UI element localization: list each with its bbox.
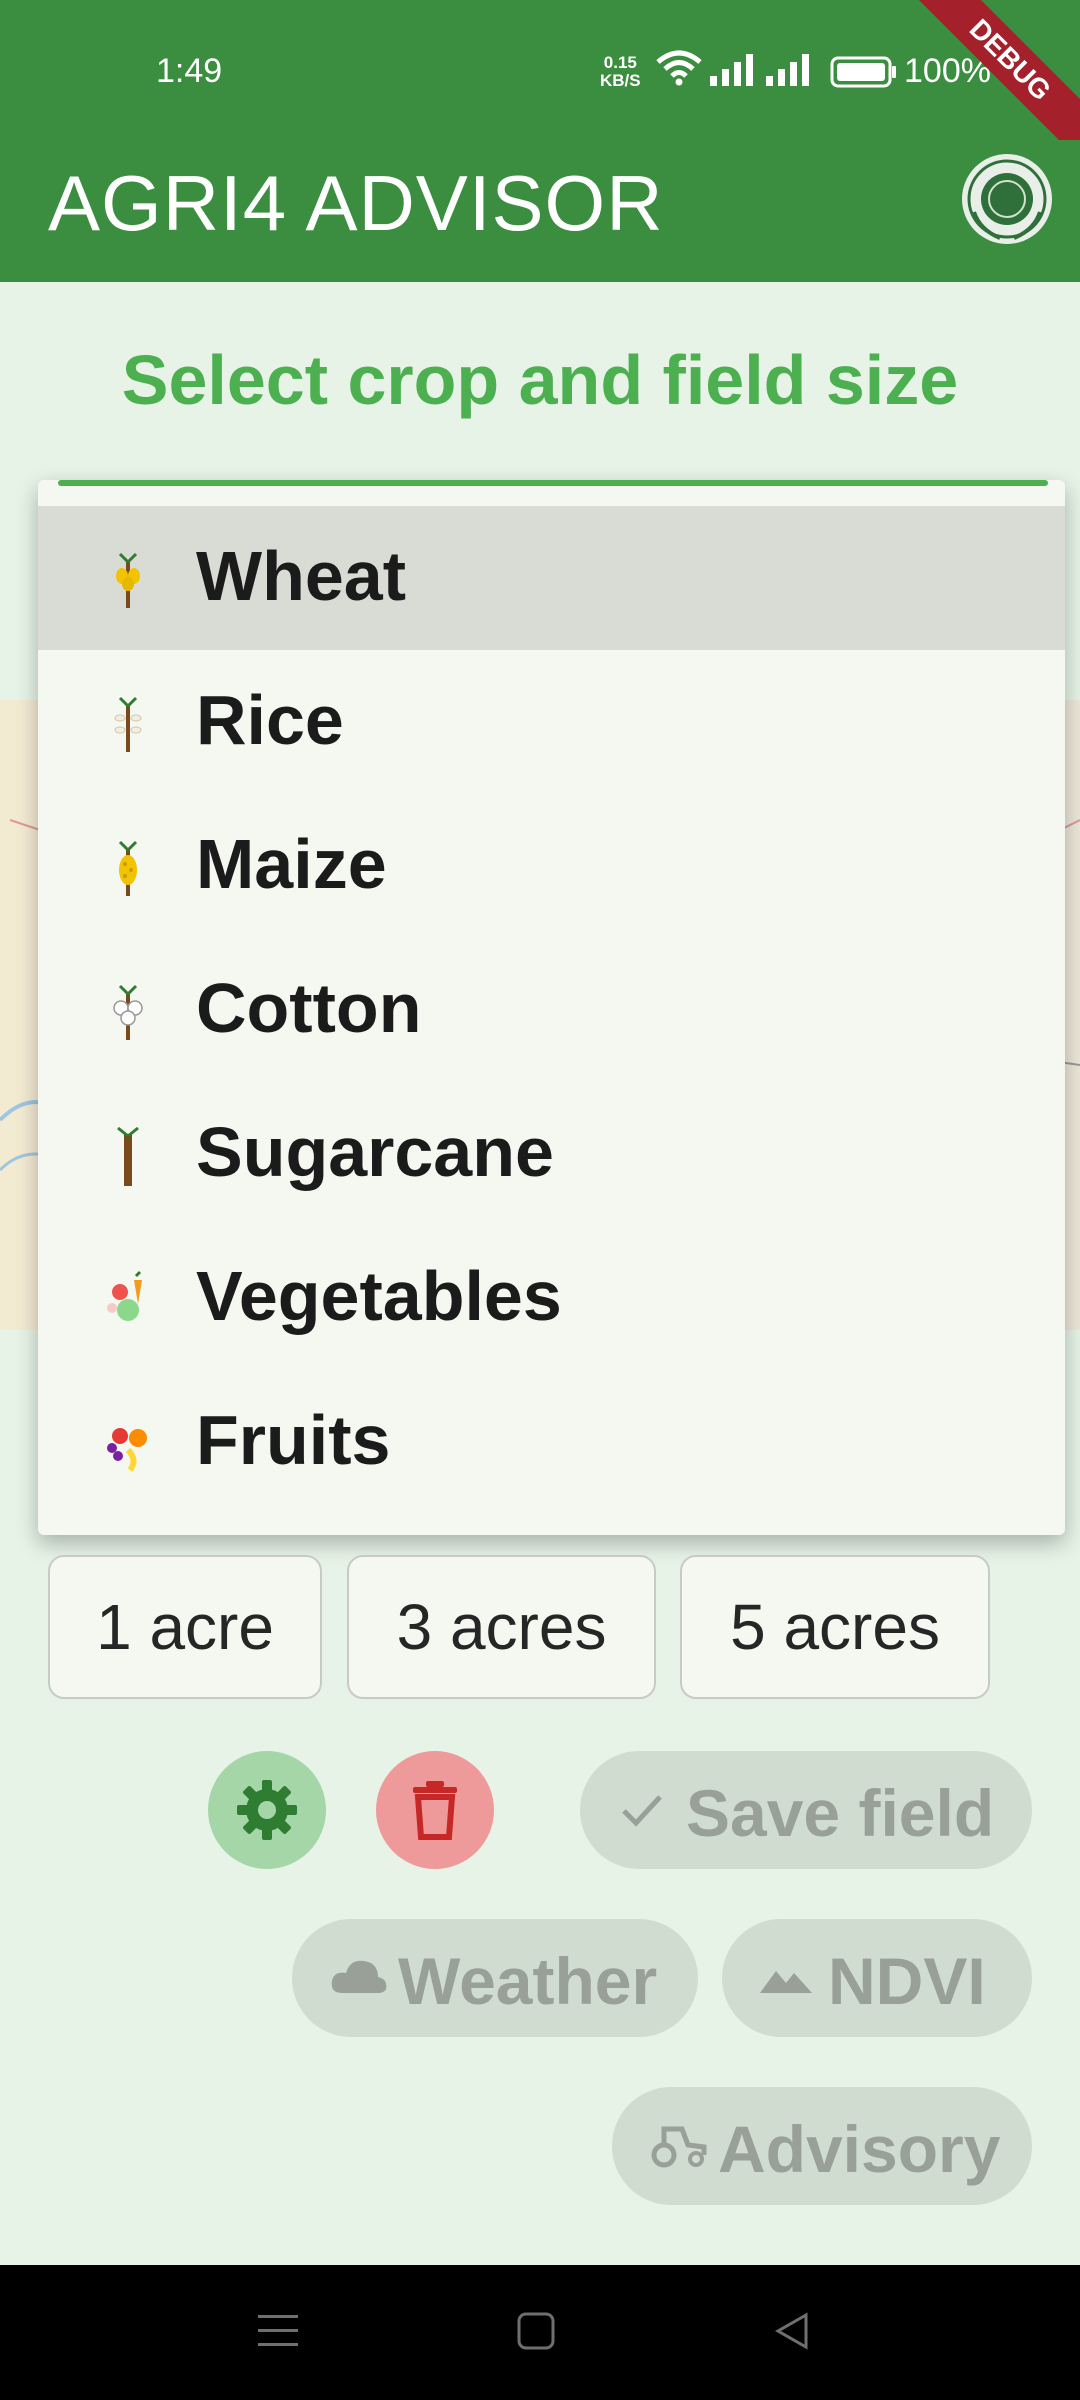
maize-icon	[118, 840, 138, 896]
network-speed-unit: KB/S	[600, 71, 641, 90]
cotton-icon	[113, 984, 143, 1040]
sugarcane-icon	[117, 1126, 139, 1186]
crop-option-label: Maize	[196, 825, 387, 903]
crop-option-label: Sugarcane	[196, 1113, 554, 1191]
crop-option-cotton[interactable]: Cotton	[38, 938, 1065, 1082]
system-nav-bar	[0, 2265, 1080, 2400]
home-icon[interactable]	[516, 2311, 556, 2351]
field-size-3-acres-button[interactable]: 3 acres	[347, 1555, 656, 1699]
crop-option-sugarcane[interactable]: Sugarcane	[38, 1082, 1065, 1226]
signal-icon	[710, 54, 753, 86]
crop-option-label: Cotton	[196, 969, 422, 1047]
field-size-5-acres-button[interactable]: 5 acres	[680, 1555, 990, 1699]
back-icon[interactable]	[772, 2311, 812, 2351]
status-bar: 1:49 0.15 KB/S 100% DEBUG	[0, 0, 1080, 175]
crop-option-label: Rice	[196, 681, 344, 759]
advisory-button[interactable]: Advisory	[612, 2087, 1032, 2205]
delete-button[interactable]	[376, 1751, 494, 1869]
crop-option-label: Wheat	[196, 537, 406, 615]
crop-option-wheat[interactable]: Wheat	[38, 506, 1065, 650]
logo-icon	[962, 154, 1052, 244]
weather-label: Weather	[398, 1944, 658, 2018]
ndvi-label: NDVI	[828, 1944, 986, 2018]
network-speed: 0.15 KB/S	[600, 54, 641, 90]
rice-icon	[114, 696, 142, 752]
tractor-icon	[651, 2126, 707, 2168]
save-field-button[interactable]: Save field	[580, 1751, 1032, 1869]
status-time: 1:49	[156, 52, 223, 90]
menu-icon[interactable]	[258, 2313, 298, 2349]
crop-option-fruits[interactable]: Fruits	[38, 1370, 1065, 1514]
signal-icon	[766, 54, 809, 86]
crop-dropdown-menu: Wheat Rice Maize Cotton Sugarcane Vegeta…	[38, 480, 1065, 1535]
wheat-icon	[116, 552, 140, 608]
weather-button[interactable]: Weather	[292, 1919, 698, 2037]
save-field-label: Save field	[686, 1776, 995, 1850]
cloud-icon	[331, 1960, 387, 1993]
check-icon	[622, 1795, 662, 1827]
trash-icon	[413, 1781, 457, 1840]
crop-option-vegetables[interactable]: Vegetables	[38, 1226, 1065, 1370]
ndvi-button[interactable]: NDVI	[722, 1919, 1032, 2037]
terrain-icon	[760, 1971, 812, 1993]
fruits-icon	[107, 1428, 147, 1472]
crop-option-rice[interactable]: Rice	[38, 650, 1065, 794]
vegetables-icon	[107, 1270, 142, 1321]
app-bar: AGRI4 ADVISOR	[0, 140, 1080, 282]
gear-icon	[237, 1780, 297, 1840]
dropdown-accent-line	[58, 480, 1048, 486]
battery-icon	[830, 56, 896, 88]
network-speed-value: 0.15	[603, 53, 637, 72]
field-size-1-acre-button[interactable]: 1 acre	[48, 1555, 322, 1699]
crop-option-maize[interactable]: Maize	[38, 794, 1065, 938]
page-subtitle: Select crop and field size	[121, 341, 959, 419]
wifi-icon	[656, 50, 702, 86]
app-title: AGRI4 ADVISOR	[48, 159, 664, 247]
advisory-label: Advisory	[718, 2112, 1001, 2186]
crop-option-label: Vegetables	[196, 1257, 562, 1335]
settings-button[interactable]	[208, 1751, 326, 1869]
crop-option-label: Fruits	[196, 1401, 391, 1479]
